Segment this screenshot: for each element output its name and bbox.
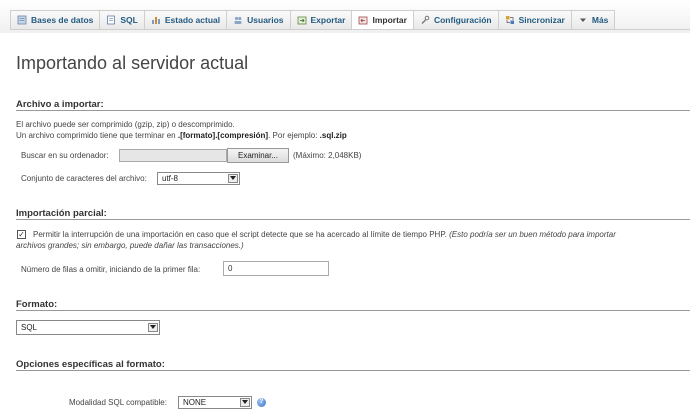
allow-interrupt-text: Permitir la interrupción de una importac…: [33, 230, 616, 239]
section-divider: [16, 219, 690, 220]
file-path-field[interactable]: [119, 149, 227, 162]
sql-icon: [106, 15, 116, 25]
allow-interrupt-note: archivos grandes; sin embargo, puede dañ…: [16, 241, 244, 250]
export-icon: [297, 15, 307, 25]
charset-select[interactable]: utf-8: [157, 172, 240, 185]
skip-rows-label: Número de filas a omitir, iniciando de l…: [21, 265, 201, 274]
users-icon: [233, 15, 243, 25]
section-heading-format: Formato:: [16, 299, 58, 310]
charset-value: utf-8: [162, 174, 179, 183]
tab-underline: [10, 29, 690, 30]
tab-sql[interactable]: SQL: [99, 10, 144, 30]
tab-status[interactable]: Estado actual: [143, 10, 227, 30]
import-icon: [358, 15, 368, 25]
tab-users[interactable]: Usuarios: [226, 10, 290, 30]
tab-more[interactable]: Más: [570, 10, 616, 30]
file-description-line2: Un archivo comprimido tiene que terminar…: [16, 131, 347, 140]
wrench-icon: [420, 15, 430, 25]
sync-icon: [505, 15, 515, 25]
skip-rows-input[interactable]: 0: [223, 261, 329, 276]
charset-label: Conjunto de caracteres del archivo:: [21, 174, 147, 183]
tab-label: Más: [591, 15, 609, 25]
section-divider: [16, 110, 690, 111]
tab-label: SQL: [120, 15, 138, 25]
tab-export[interactable]: Exportar: [289, 10, 352, 30]
tab-settings[interactable]: Configuración: [412, 10, 498, 30]
tab-databases[interactable]: Bases de datos: [10, 10, 100, 30]
browse-button[interactable]: Examinar...: [227, 148, 289, 163]
tab-label: Importar: [372, 15, 407, 25]
sql-compat-value: NONE: [183, 398, 207, 407]
format-select[interactable]: SQL: [16, 320, 160, 335]
help-icon[interactable]: ?: [257, 398, 266, 407]
chevron-down-icon: [578, 15, 588, 25]
chevron-down-icon: [228, 174, 238, 183]
section-heading-file: Archivo a importar:: [16, 99, 104, 110]
sql-compat-label: Modalidad SQL compatible:: [69, 398, 167, 407]
chevron-down-icon: [148, 323, 158, 332]
chevron-down-icon: [240, 398, 250, 407]
tab-label: Exportar: [310, 15, 346, 25]
sql-compat-select[interactable]: NONE: [178, 396, 252, 409]
status-icon: [151, 15, 161, 25]
allow-interrupt-checkbox[interactable]: ✓: [17, 230, 26, 239]
top-tab-bar: Bases de datos SQL Estado actual Usuario…: [0, 0, 690, 33]
tab-label: Configuración: [433, 15, 492, 25]
page-title: Importando al servidor actual: [16, 53, 249, 73]
file-description-line1: El archivo puede ser comprimido (gzip, z…: [16, 120, 235, 129]
tab-label: Estado actual: [164, 15, 221, 25]
tab-label: Sincronizar: [518, 15, 565, 25]
section-heading-format-options: Opciones específicas al formato:: [16, 359, 165, 370]
tab-sync[interactable]: Sincronizar: [497, 10, 571, 30]
max-size-text: (Máximo: 2,048KB): [293, 151, 362, 160]
section-heading-partial: Importación parcial:: [16, 208, 107, 219]
section-divider: [16, 310, 690, 311]
tab-label: Usuarios: [247, 15, 284, 25]
tab-import[interactable]: Importar: [351, 10, 413, 30]
database-icon: [17, 15, 27, 25]
browse-label: Buscar en su ordenador:: [21, 151, 109, 160]
section-divider: [16, 370, 690, 371]
format-value: SQL: [21, 323, 38, 332]
tab-list: Bases de datos SQL Estado actual Usuario…: [10, 10, 616, 30]
tab-label: Bases de datos: [31, 15, 94, 25]
